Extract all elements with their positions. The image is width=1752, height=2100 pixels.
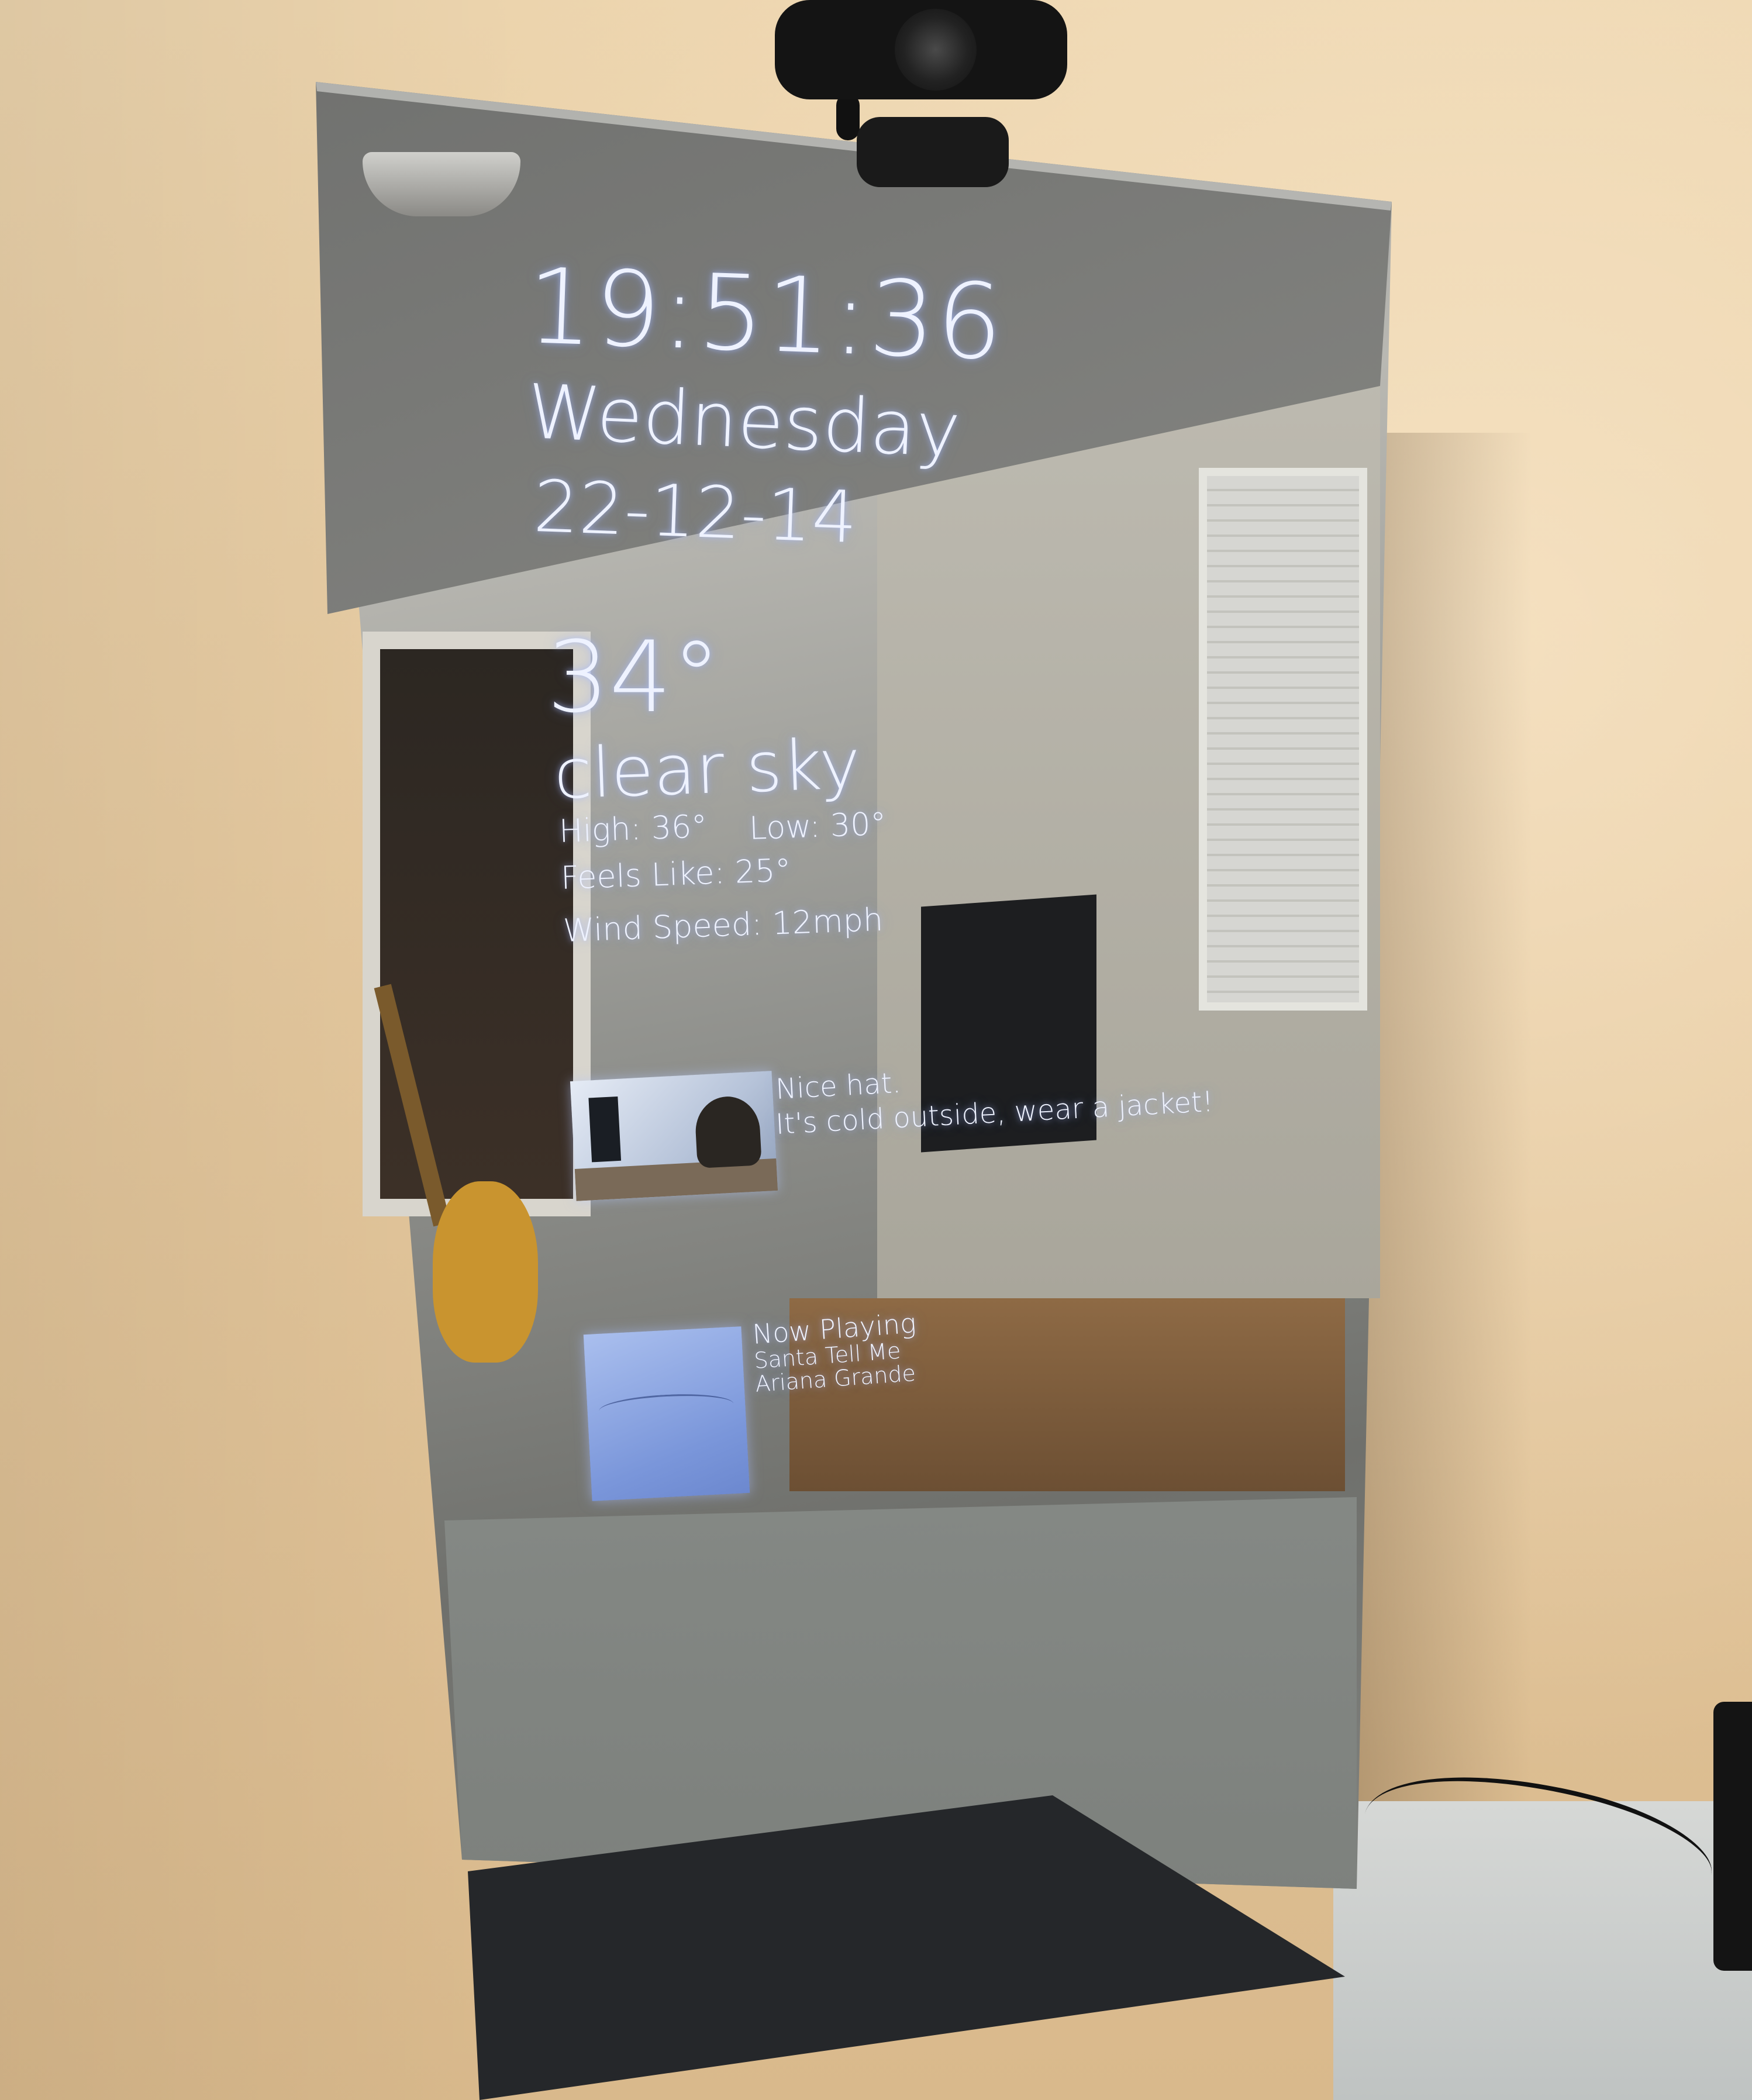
camera-message-line1: Nice hat. <box>775 1066 902 1106</box>
album-art-script-decoration <box>598 1391 734 1424</box>
album-art <box>583 1326 750 1501</box>
weather-high: High: 36° <box>558 808 708 850</box>
webcam-lens-icon <box>895 9 977 91</box>
camera-feed-window <box>588 1096 622 1163</box>
weather-low: Low: 30° <box>749 805 887 847</box>
camera-feed-person <box>694 1095 762 1168</box>
mirror-reflection-guitar <box>433 1181 538 1363</box>
clock-time: 19:51:36 <box>525 246 1006 384</box>
photo-scene: 19:51:36 Wednesday 22-12-14 34° clear sk… <box>0 0 1752 2100</box>
mirror-shadow <box>1357 433 1532 1895</box>
webcam-cable <box>836 94 860 140</box>
clock-date: 22-12-14 <box>532 465 859 560</box>
webcam-mount <box>857 117 1009 187</box>
mirror-reflection-window-blinds <box>1199 468 1367 1011</box>
weather-temperature: 34° <box>547 620 721 735</box>
weather-description: clear sky <box>553 723 862 815</box>
speaker <box>1713 1702 1752 1971</box>
camera-feed-thumbnail <box>570 1071 778 1201</box>
